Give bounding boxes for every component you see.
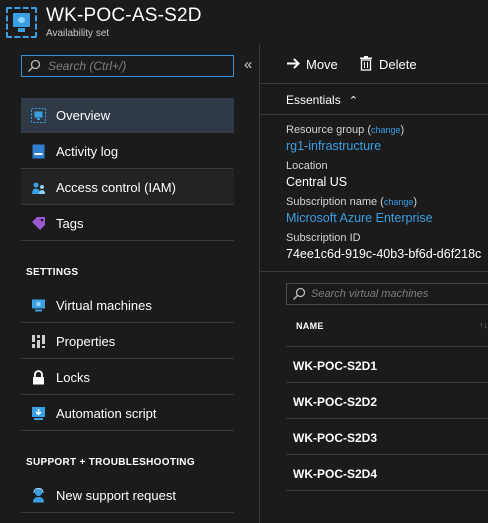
resource-group-link[interactable]: rg1-infrastructure xyxy=(286,139,381,153)
support-icon xyxy=(33,488,44,503)
vm-search[interactable] xyxy=(286,283,488,305)
menu-item-label: Tags xyxy=(56,216,84,231)
vm-name: WK-POC-S2D2 xyxy=(293,395,378,409)
vm-search-input[interactable] xyxy=(311,286,488,302)
search-icon xyxy=(293,287,306,300)
tag-icon xyxy=(32,217,45,230)
sort-icon[interactable]: ↑↓ xyxy=(479,320,488,330)
menu-item-new-support-request[interactable]: New support request xyxy=(21,478,234,513)
vm-name: WK-POC-S2D1 xyxy=(293,359,378,373)
table-row[interactable]: WK-POC-S2D3 xyxy=(286,419,488,455)
table-row[interactable]: WK-POC-S2D1 xyxy=(286,347,488,383)
vm-name: WK-POC-S2D3 xyxy=(293,431,378,445)
menu-item-access-control[interactable]: Access control (IAM) xyxy=(21,170,234,205)
search-icon xyxy=(28,59,41,72)
delete-button-label: Delete xyxy=(379,57,417,72)
access-control-icon xyxy=(32,182,45,194)
menu-item-overview[interactable]: Overview xyxy=(21,98,234,133)
location-label: Location xyxy=(286,160,328,172)
trash-icon xyxy=(360,56,372,71)
move-button-label: Move xyxy=(306,57,338,72)
menu-item-virtual-machines[interactable]: Virtual machines xyxy=(21,288,234,323)
change-resource-group-link[interactable]: change xyxy=(371,125,401,135)
page-title: WK-POC-AS-S2D xyxy=(46,5,202,26)
toolbar-divider xyxy=(260,83,488,84)
menu-item-label: Access control (IAM) xyxy=(56,180,176,195)
menu-item-tags[interactable]: Tags xyxy=(21,206,234,241)
delete-button[interactable]: Delete xyxy=(359,54,419,74)
virtual-machine-icon xyxy=(32,299,45,312)
change-subscription-link[interactable]: change xyxy=(384,197,414,207)
chevron-up-icon: ⌃ xyxy=(348,95,358,107)
menu-item-label: Locks xyxy=(56,370,90,385)
menu-item-properties[interactable]: Properties xyxy=(21,324,234,359)
menu-item-locks[interactable]: Locks xyxy=(21,360,234,395)
subscription-id-label: Subscription ID xyxy=(286,232,361,244)
menu-search-input[interactable] xyxy=(48,58,228,74)
resource-group-label-text: Resource group xyxy=(286,124,365,136)
overview-content: Move Delete Essentials ⌃ Resource group (… xyxy=(260,44,488,523)
location-value: Central US xyxy=(286,175,348,189)
collapse-menu-icon[interactable]: « xyxy=(244,56,252,73)
page-subtitle: Availability set xyxy=(46,28,110,39)
subscription-name-label-text: Subscription name xyxy=(286,196,378,208)
menu-item-activity-log[interactable]: Activity log xyxy=(21,134,234,169)
blade-header: WK-POC-AS-S2D Availability set xyxy=(0,0,488,44)
menu-item-automation-script[interactable]: Automation script xyxy=(21,396,234,431)
resource-group-label: Resource group (change) xyxy=(286,124,405,136)
subscription-id-value: 74ee1c6d-919c-40b3-bf6d-d6f218c xyxy=(286,247,482,261)
menu-item-label: Activity log xyxy=(56,144,119,159)
table-row[interactable]: WK-POC-S2D2 xyxy=(286,383,488,419)
overview-icon xyxy=(31,108,46,123)
properties-icon xyxy=(32,335,45,348)
menu-item-label: Virtual machines xyxy=(56,298,152,313)
subscription-name-label: Subscription name (change) xyxy=(286,196,418,208)
vm-section-divider xyxy=(260,271,488,272)
lock-icon xyxy=(33,370,44,385)
menu-item-label: Automation script xyxy=(56,406,157,421)
essentials-toggle[interactable]: Essentials ⌃ xyxy=(286,93,358,107)
arrow-right-icon xyxy=(287,58,300,69)
availability-set-icon xyxy=(6,7,37,38)
activity-log-icon xyxy=(32,144,45,159)
essentials-title: Essentials xyxy=(286,93,341,107)
settings-section-title: SETTINGS xyxy=(26,267,79,278)
table-row[interactable]: WK-POC-S2D4 xyxy=(286,455,488,491)
automation-script-icon xyxy=(32,407,45,420)
menu-item-label: New support request xyxy=(56,488,176,503)
menu-search[interactable] xyxy=(21,55,234,77)
support-section-title: SUPPORT + TROUBLESHOOTING xyxy=(26,457,195,468)
menu-item-label: Overview xyxy=(56,108,111,123)
column-header-name[interactable]: NAME xyxy=(296,321,324,331)
resource-menu: « Overview Activity log Access control (… xyxy=(0,44,259,523)
subscription-name-link[interactable]: Microsoft Azure Enterprise xyxy=(286,211,433,225)
vm-name: WK-POC-S2D4 xyxy=(293,467,378,481)
move-button[interactable]: Move xyxy=(286,54,346,74)
essentials-divider xyxy=(260,114,488,115)
menu-item-label: Properties xyxy=(56,334,116,349)
